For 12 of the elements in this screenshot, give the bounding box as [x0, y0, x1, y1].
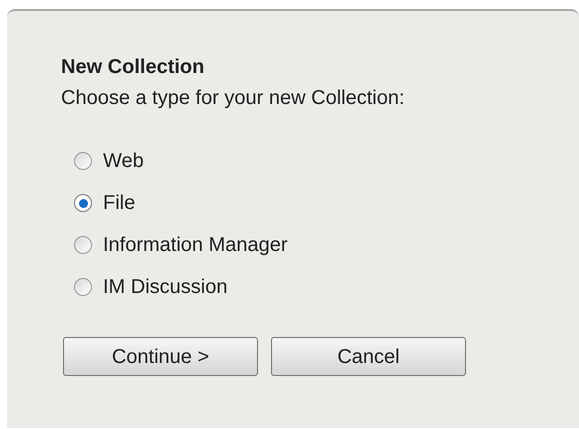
dialog-title: New Collection — [61, 55, 204, 79]
option-label: Information Manager — [103, 233, 288, 257]
cancel-button[interactable]: Cancel — [271, 337, 466, 376]
radio-button[interactable] — [74, 236, 92, 254]
option-label: File — [103, 191, 136, 215]
radio-button[interactable] — [74, 194, 92, 212]
option-label: IM Discussion — [103, 275, 228, 299]
radio-button[interactable] — [74, 278, 92, 296]
option-label: Web — [103, 149, 144, 173]
dialog-prompt: Choose a type for your new Collection: — [61, 86, 405, 110]
radio-button[interactable] — [74, 152, 92, 170]
continue-button[interactable]: Continue > — [63, 337, 258, 376]
